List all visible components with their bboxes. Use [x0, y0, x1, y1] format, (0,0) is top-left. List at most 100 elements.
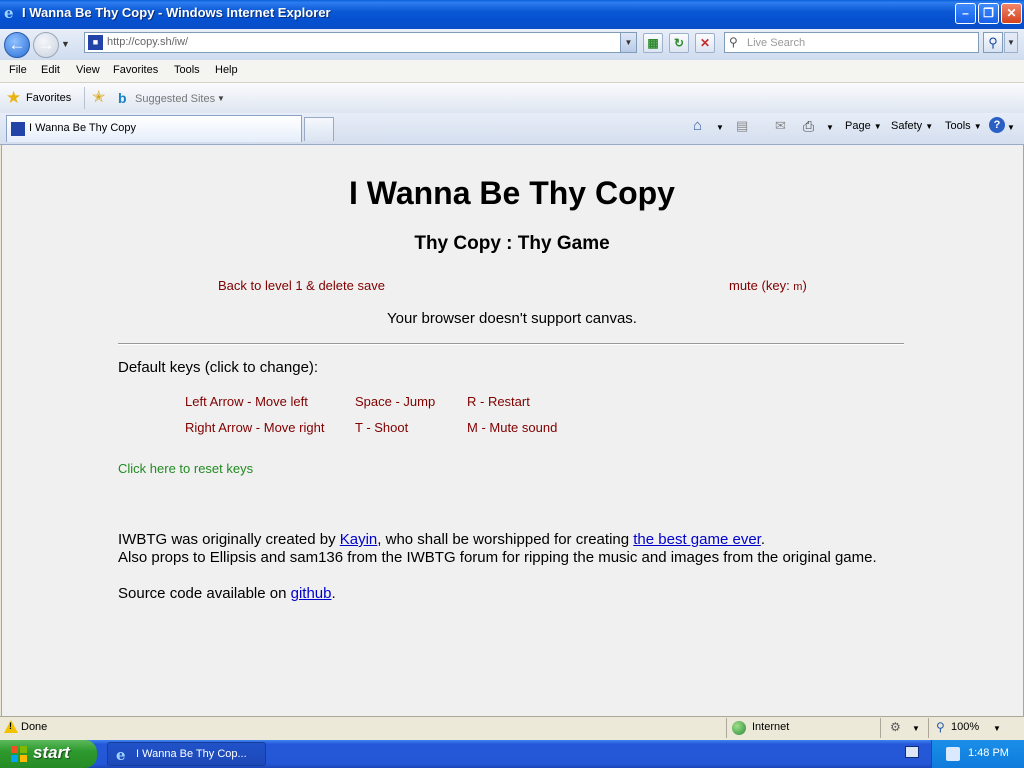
credits-text: IWBTG was originally created by	[118, 531, 340, 548]
start-button[interactable]: start	[0, 740, 97, 768]
print-dropdown-icon[interactable]: ▼	[826, 123, 834, 132]
windows-logo-icon	[11, 746, 27, 762]
chevron-down-icon: ▼	[973, 122, 982, 131]
search-options-dropdown-icon[interactable]: ▼	[1004, 32, 1018, 53]
url-text[interactable]: http://copy.sh/iw/	[107, 36, 188, 48]
taskbar-item-label: I Wanna Be Thy Cop...	[136, 748, 247, 760]
mute-close: )	[802, 278, 807, 293]
address-dropdown-icon[interactable]: ▼	[620, 33, 636, 52]
mute-link[interactable]: mute (key: m)	[729, 278, 807, 293]
tab-i-wanna-be-thy-copy[interactable]: I Wanna Be Thy Copy	[6, 115, 302, 142]
key-right-arrow[interactable]: Right Arrow - Move right	[185, 420, 324, 435]
add-favorite-icon[interactable]: ✭	[92, 89, 105, 106]
kayin-link[interactable]: Kayin	[340, 531, 378, 548]
help-icon[interactable]: ?	[989, 117, 1005, 133]
mute-label: mute (key:	[729, 278, 794, 293]
safety-menu-button[interactable]: Safety ▼	[891, 120, 933, 132]
best-game-ever-link[interactable]: the best game ever	[633, 531, 761, 548]
chevron-down-icon: ▼	[873, 122, 882, 131]
language-bar-icon[interactable]	[905, 746, 919, 758]
search-placeholder: Live Search	[747, 37, 806, 49]
key-r[interactable]: R - Restart	[467, 394, 530, 409]
page-icon	[11, 122, 25, 136]
page-subtitle: Thy Copy : Thy Game	[414, 233, 610, 254]
zoom-level[interactable]: 100%	[951, 721, 979, 733]
ie-logo-icon: e	[116, 746, 126, 764]
menu-edit[interactable]: Edit	[41, 64, 60, 76]
home-dropdown-icon[interactable]: ▼	[716, 123, 724, 132]
menu-help[interactable]: Help	[215, 64, 238, 76]
credits-text: , who shall be worshipped for creating	[377, 531, 634, 548]
close-button[interactable]: ✕	[1001, 3, 1022, 24]
credits-line-1: IWBTG was originally created by Kayin, w…	[118, 531, 765, 548]
clock[interactable]: 1:48 PM	[968, 747, 1009, 759]
favorites-star-icon[interactable]: ★	[6, 89, 21, 106]
print-icon[interactable]: ⎙	[803, 118, 814, 135]
ie-logo-icon: e	[4, 4, 14, 22]
maximize-button[interactable]: ❐	[978, 3, 999, 24]
search-icon: ⚲	[729, 35, 738, 49]
warning-mark: !	[9, 721, 12, 731]
mail-icon[interactable]: ✉	[775, 118, 786, 134]
forward-button[interactable]: →	[33, 32, 59, 58]
home-icon[interactable]: ⌂	[693, 117, 702, 134]
menu-tools[interactable]: Tools	[174, 64, 200, 76]
favorites-button[interactable]: Favorites	[26, 92, 71, 104]
zoom-dropdown-icon[interactable]: ▼	[993, 724, 1001, 733]
menu-file[interactable]: File	[9, 64, 27, 76]
help-dropdown-icon[interactable]: ▼	[1007, 123, 1015, 132]
taskbar-item-ie[interactable]: e I Wanna Be Thy Cop...	[107, 742, 266, 766]
page-menu-button[interactable]: Page ▼	[845, 120, 882, 132]
tab-label: I Wanna Be Thy Copy	[29, 122, 136, 134]
status-text: Done	[21, 721, 48, 733]
page-icon: ■	[88, 35, 103, 50]
internet-zone-icon	[732, 721, 746, 735]
stop-icon[interactable]: ✕	[695, 33, 715, 53]
feeds-icon[interactable]: ▤	[736, 118, 748, 134]
menu-favorites[interactable]: Favorites	[113, 64, 158, 76]
chevron-down-icon: ▼	[925, 122, 934, 131]
refresh-icon[interactable]: ↻	[669, 33, 689, 53]
page-menu-label: Page	[845, 120, 871, 132]
github-link[interactable]: github	[291, 585, 332, 602]
key-t[interactable]: T - Shoot	[355, 420, 408, 435]
key-space[interactable]: Space - Jump	[355, 394, 435, 409]
zoom-icon[interactable]: ⚲	[936, 720, 945, 734]
reset-keys-link[interactable]: Click here to reset keys	[118, 461, 253, 476]
window-title: I Wanna Be Thy Copy - Windows Internet E…	[22, 5, 331, 20]
source-text: Source code available on	[118, 585, 291, 602]
divider	[880, 718, 881, 738]
page-title: I Wanna Be Thy Copy	[349, 175, 675, 211]
security-zone: Internet	[752, 721, 790, 733]
suggested-sites-button[interactable]: Suggested Sites	[135, 93, 215, 105]
divider	[726, 718, 727, 738]
new-tab-button[interactable]	[304, 117, 334, 141]
canvas-fallback-message: Your browser doesn't support canvas.	[387, 310, 637, 327]
menu-view[interactable]: View	[76, 64, 100, 76]
compatibility-view-icon[interactable]: ▦	[643, 33, 663, 53]
back-button[interactable]: ←	[4, 32, 30, 58]
divider	[118, 343, 904, 345]
search-go-button[interactable]: ⚲	[983, 32, 1003, 53]
divider	[928, 718, 929, 738]
source-code-line: Source code available on github.	[118, 585, 336, 602]
tools-menu-button[interactable]: Tools ▼	[945, 120, 982, 132]
key-m[interactable]: M - Mute sound	[467, 420, 557, 435]
system-tray: 1:48 PM	[931, 740, 1024, 768]
credits-text: .	[760, 531, 766, 548]
address-input[interactable]: ■ http://copy.sh/iw/ ▼	[84, 32, 637, 53]
search-input[interactable]: ⚲ Live Search	[724, 32, 979, 53]
safety-menu-label: Safety	[891, 120, 923, 132]
divider	[84, 87, 85, 109]
network-icon[interactable]	[946, 747, 960, 761]
title-bar: e I Wanna Be Thy Copy - Windows Internet…	[0, 0, 1024, 29]
minimize-button[interactable]: –	[955, 3, 976, 24]
protected-mode-icon[interactable]: ⚙	[890, 720, 901, 734]
chevron-down-icon[interactable]: ▼	[217, 94, 225, 103]
recent-pages-dropdown-icon[interactable]: ▼	[61, 39, 70, 49]
key-left-arrow[interactable]: Left Arrow - Move left	[185, 394, 308, 409]
keys-heading: Default keys (click to change):	[118, 359, 319, 376]
chevron-down-icon[interactable]: ▼	[912, 724, 920, 733]
status-bar	[0, 716, 1024, 741]
back-to-level-1-link[interactable]: Back to level 1 & delete save	[218, 278, 385, 293]
